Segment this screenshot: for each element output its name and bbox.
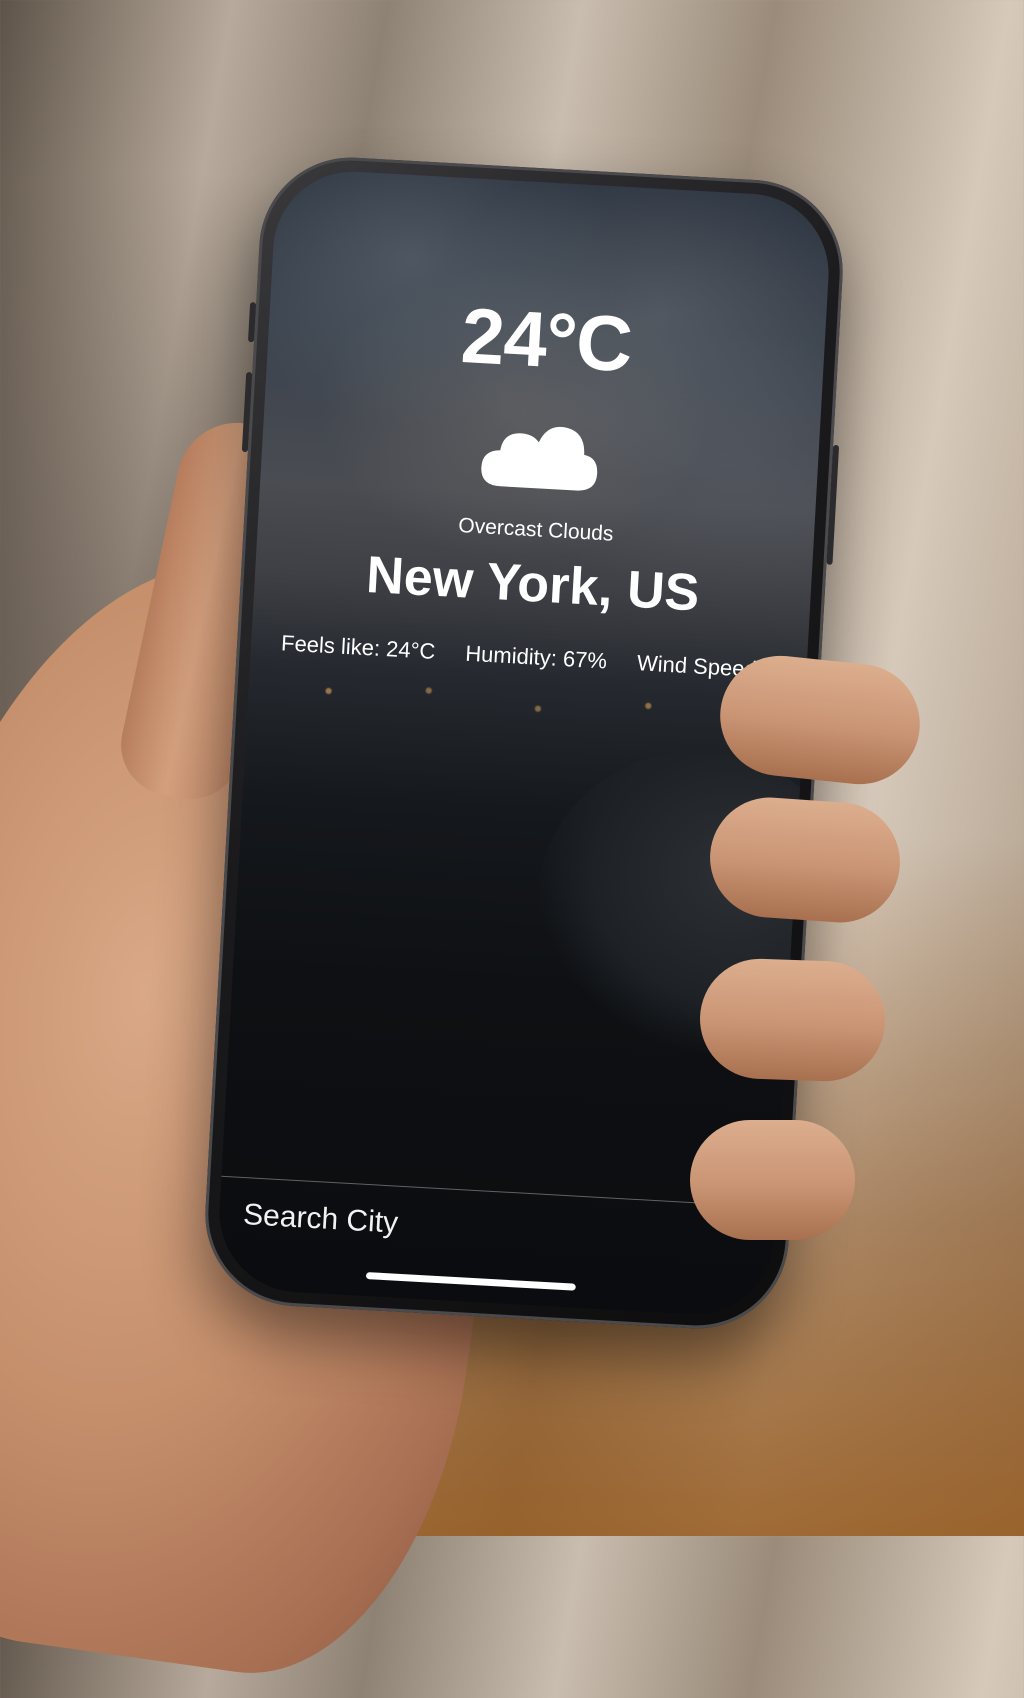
humidity-stat: Humidity: 67% (464, 640, 608, 674)
phone-button (247, 302, 257, 343)
cloud-icon (481, 426, 598, 491)
hand-finger (697, 956, 888, 1084)
hand-finger (706, 793, 904, 927)
temperature-display: 24°C (459, 290, 635, 389)
phone-button (826, 444, 840, 565)
home-indicator[interactable] (365, 1272, 576, 1291)
phone-button (241, 371, 253, 453)
search-city-input[interactable] (240, 1193, 726, 1263)
feels-like-stat: Feels like: 24°C (280, 630, 436, 664)
hand-finger (690, 1120, 855, 1240)
photo-scene: 24°C Overcast Clouds New York, US Feels … (0, 0, 1024, 1698)
